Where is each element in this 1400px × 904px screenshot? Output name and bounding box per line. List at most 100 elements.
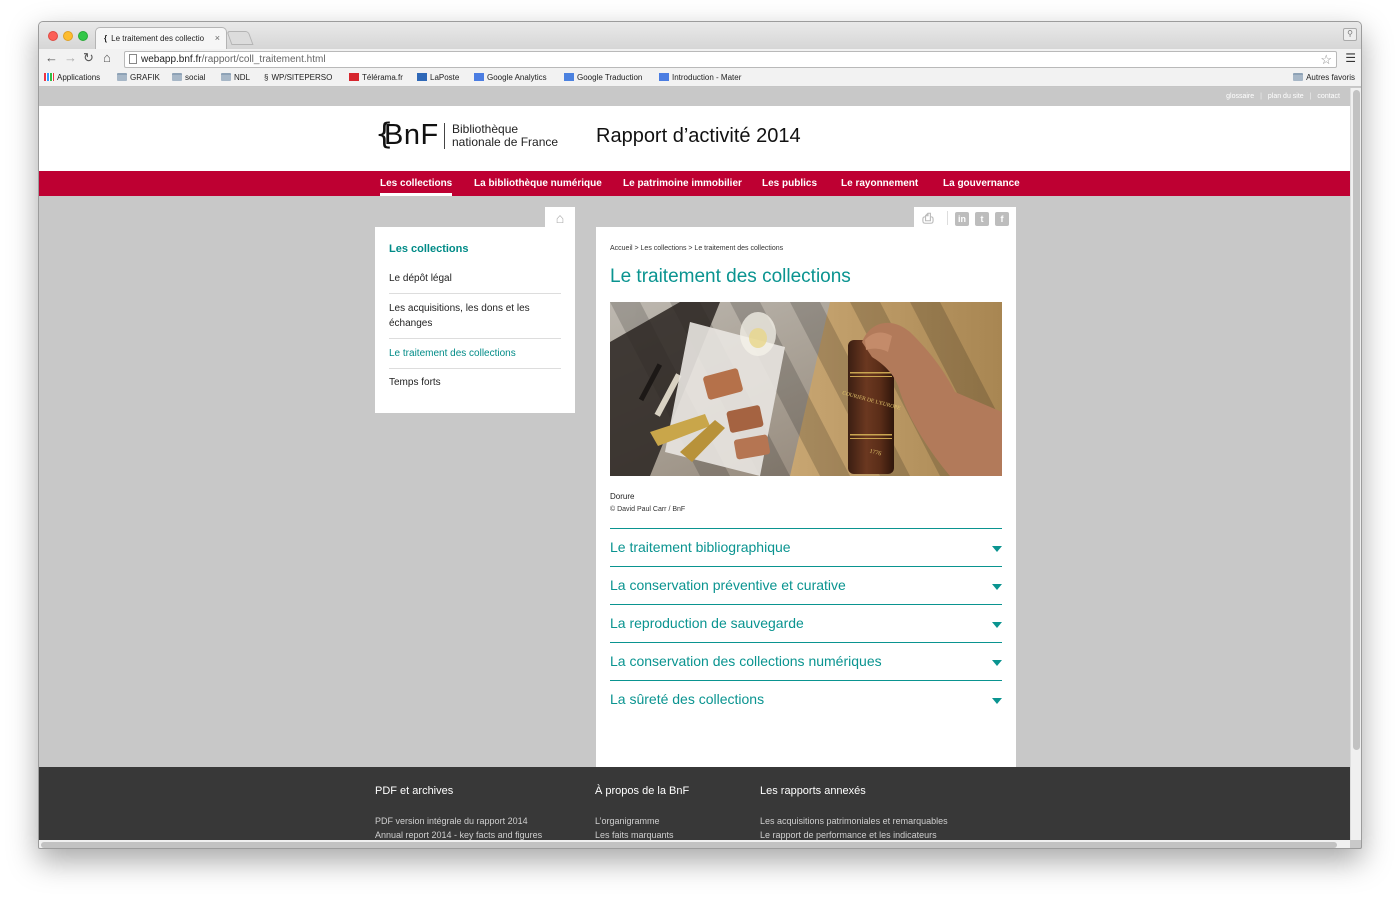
url-domain: webapp.bnf.fr (141, 54, 202, 65)
google-icon (474, 73, 484, 81)
laposte-icon (417, 73, 427, 81)
sidebar-item-acquisitions[interactable]: Les acquisitions, les dons et les échang… (389, 301, 561, 331)
scrollbar-thumb[interactable] (1353, 90, 1360, 750)
photo-credit: © David Paul Carr / BnF (610, 506, 686, 513)
nav-bibliotheque-numerique[interactable]: La bibliothèque numérique (474, 178, 602, 189)
nav-les-publics[interactable]: Les publics (762, 178, 817, 189)
google-icon (659, 73, 669, 81)
breadcrumb[interactable]: Accueil > Les collections > Le traitemen… (610, 245, 783, 252)
bookmark-ndl[interactable]: NDL (221, 73, 250, 82)
footer-link-organigramme[interactable]: L’organigramme (595, 816, 660, 826)
sitemap-link[interactable]: plan du site (1268, 93, 1304, 100)
nav-les-collections[interactable]: Les collections (380, 178, 453, 196)
telerama-icon (349, 73, 359, 81)
hscrollbar-thumb[interactable] (41, 842, 1337, 848)
photo-caption: Dorure (610, 492, 635, 501)
browser-menu-icon[interactable]: ☰ (1345, 51, 1356, 65)
footer-link-faits-marquants[interactable]: Les faits marquants (595, 830, 674, 840)
bookmark-applications[interactable]: Applications (44, 73, 100, 82)
folder-icon (117, 73, 127, 81)
sidebar-item-temps-forts[interactable]: Temps forts (389, 375, 561, 390)
footer-link-annual-report[interactable]: Annual report 2014 - key facts and figur… (375, 830, 542, 840)
bnf-favicon-icon: { (104, 34, 108, 43)
accordion-conservation-preventive[interactable]: La conservation préventive et curative (610, 567, 1002, 604)
sidebar-item-traitement[interactable]: Le traitement des collections (389, 346, 561, 361)
page-icon (129, 54, 137, 64)
nav-le-rayonnement[interactable]: Le rayonnement (841, 178, 918, 189)
footer-title-apropos: À propos de la BnF (595, 785, 690, 797)
reload-icon[interactable]: ↻ (83, 51, 94, 65)
close-window-button[interactable] (48, 31, 58, 41)
horizontal-scrollbar[interactable] (39, 840, 1350, 848)
footer-link-pdf-rapport[interactable]: PDF version intégrale du rapport 2014 (375, 816, 528, 826)
site-footer: PDF et archives PDF version intégrale du… (39, 767, 1350, 840)
accordion-reproduction-sauvegarde[interactable]: La reproduction de sauvegarde (610, 605, 1002, 642)
linkedin-icon[interactable]: in (955, 212, 969, 226)
main-content: Accueil > Les collections > Le traitemen… (596, 227, 1016, 767)
bookmark-grafik[interactable]: GRAFIK (117, 73, 160, 82)
sidebar: Les collections Le dépôt légal Les acqui… (375, 227, 575, 413)
chevron-down-icon (992, 622, 1002, 628)
glossary-link[interactable]: glossaire (1226, 93, 1254, 100)
chevron-down-icon (992, 546, 1002, 552)
user-profile-icon[interactable]: ⚲ (1343, 28, 1357, 41)
browser-titlebar: {Le traitement des collectio × ⚲ (39, 22, 1361, 49)
url-path: /rapport/coll_traitement.html (201, 54, 326, 65)
twitter-icon[interactable]: t (975, 212, 989, 226)
home-icon[interactable]: ⌂ (103, 51, 111, 65)
bookmark-star-icon[interactable]: ☆ (1320, 52, 1332, 68)
footer-link-performance[interactable]: Le rapport de performance et les indicat… (760, 830, 937, 840)
accordion-surete-collections[interactable]: La sûreté des collections (610, 681, 1002, 718)
vertical-scrollbar[interactable] (1350, 88, 1361, 840)
address-bar[interactable]: webapp.bnf.fr/rapport/coll_traitement.ht… (124, 51, 1337, 68)
new-tab-button[interactable] (226, 31, 254, 45)
minimize-window-button[interactable] (63, 31, 73, 41)
nav-la-gouvernance[interactable]: La gouvernance (943, 178, 1020, 189)
contact-link[interactable]: contact (1317, 93, 1340, 100)
browser-window: {Le traitement des collectio × ⚲ ← → ↻ ⌂… (38, 21, 1362, 849)
facebook-icon[interactable]: f (995, 212, 1009, 226)
bookmark-other-favorites[interactable]: Autres favoris (1293, 73, 1355, 82)
folder-icon (221, 73, 231, 81)
folder-icon (172, 73, 182, 81)
accordion-collections-numeriques[interactable]: La conservation des collections numériqu… (610, 643, 1002, 680)
page-viewport: glossaire | plan du site | contact { BnF… (39, 88, 1350, 840)
sidebar-item-depot-legal[interactable]: Le dépôt légal (389, 271, 561, 286)
tab-close-icon[interactable]: × (215, 33, 220, 43)
bookmark-google-analytics[interactable]: Google Analytics (474, 73, 547, 82)
browser-tab[interactable]: {Le traitement des collectio × (95, 27, 227, 49)
bookmark-telerama[interactable]: Télérama.fr (349, 73, 403, 82)
bookmark-social[interactable]: social (172, 73, 205, 82)
translate-icon (564, 73, 574, 81)
footer-title-rapports: Les rapports annexés (760, 785, 866, 797)
folder-icon (1293, 73, 1304, 81)
home-icon[interactable]: ⌂ (545, 207, 575, 228)
sidebar-title[interactable]: Les collections (389, 243, 468, 255)
main-navigation: Les collections La bibliothèque numériqu… (39, 171, 1350, 196)
footer-title-pdf: PDF et archives (375, 785, 454, 797)
chevron-down-icon (992, 660, 1002, 666)
apps-grid-icon (44, 73, 54, 81)
bookmark-google-traduction[interactable]: Google Traduction (564, 73, 642, 82)
nav-patrimoine-immobilier[interactable]: Le patrimoine immobilier (623, 178, 742, 189)
chevron-down-icon (992, 698, 1002, 704)
report-title: Rapport d’activité 2014 (596, 125, 801, 147)
site-header: { BnF Bibliothèque nationale de France Ra… (39, 106, 1350, 171)
bookmark-introduction[interactable]: Introduction - Mater (659, 73, 741, 82)
bookmark-laposte[interactable]: LaPoste (417, 73, 459, 82)
chevron-down-icon (992, 584, 1002, 590)
bookmark-wp-siteperso[interactable]: § WP/SITEPERSO (264, 73, 332, 82)
page-title: Le traitement des collections (610, 266, 851, 287)
browser-toolbar: ← → ↻ ⌂ webapp.bnf.fr/rapport/coll_trait… (39, 49, 1361, 69)
bookmarks-bar: Applications GRAFIK social NDL § WP/SITEP… (39, 69, 1361, 87)
forward-arrow-icon[interactable]: → (64, 51, 77, 65)
tab-title: Le traitement des collectio (111, 34, 205, 43)
back-arrow-icon[interactable]: ← (45, 51, 58, 65)
footer-link-acquisitions[interactable]: Les acquisitions patrimoniales et remarq… (760, 816, 948, 826)
dorure-photo: COURIER DE L'EUROPE 1776 (610, 302, 1002, 476)
share-toolbar: ⎙ in t f (914, 207, 1016, 228)
utility-links: glossaire | plan du site | contact (39, 88, 1350, 106)
print-icon[interactable]: ⎙ (921, 211, 935, 225)
zoom-window-button[interactable] (78, 31, 88, 41)
accordion-traitement-bibliographique[interactable]: Le traitement bibliographique (610, 529, 1002, 566)
